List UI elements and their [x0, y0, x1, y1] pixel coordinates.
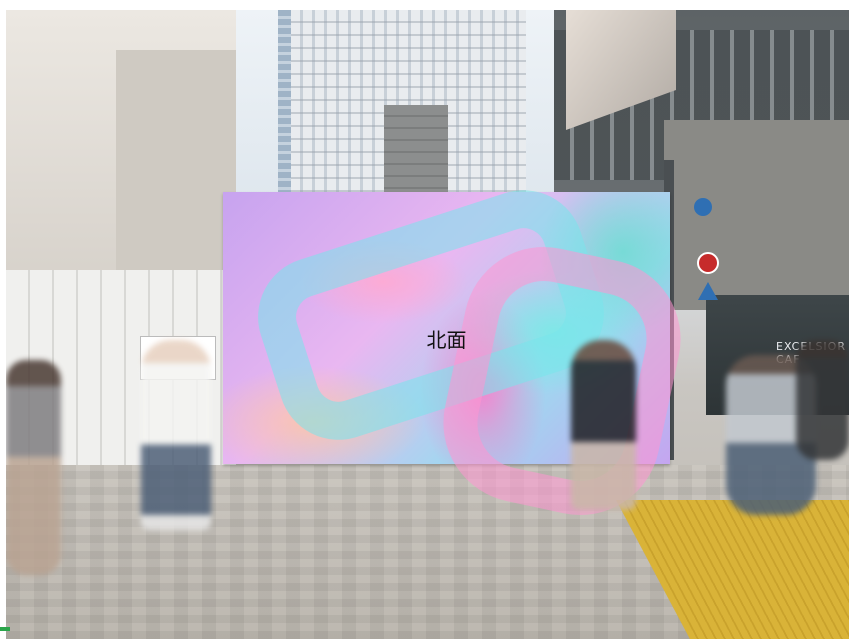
pedestrian [571, 340, 636, 510]
pedestrian [6, 360, 61, 575]
left-building-shade [116, 50, 236, 280]
photo-frame: EXCELSIOR CAF 北面 [6, 10, 849, 639]
pedestrian-crossing-sign-icon [698, 282, 718, 300]
right-building-panel [664, 120, 849, 310]
pedestrian [141, 340, 211, 530]
no-parking-sign-icon [697, 252, 719, 274]
left-building [6, 10, 236, 280]
gray-building-block [384, 105, 448, 205]
pedestrian [796, 340, 849, 460]
blue-road-sign-icon [694, 198, 712, 216]
accent-bar [0, 627, 10, 631]
